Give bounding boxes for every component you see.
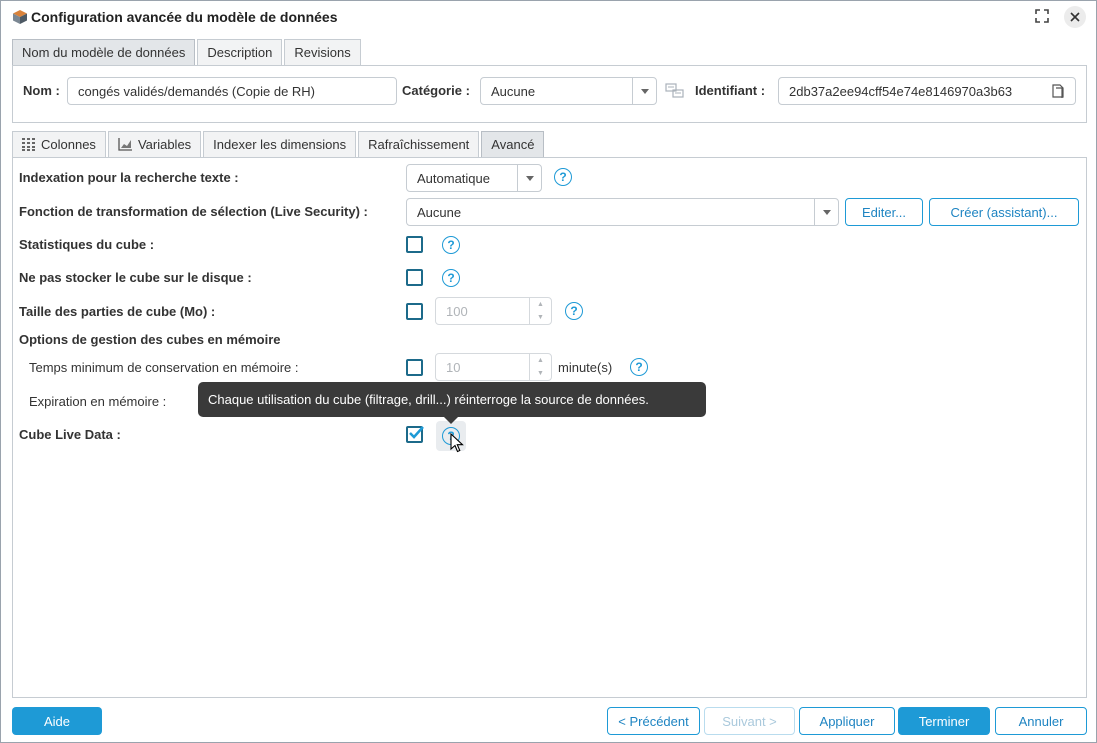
min-retention-label: Temps minimum de conservation en mémoire… [29, 360, 299, 375]
text-search-indexing-value: Automatique [417, 170, 490, 186]
tab-revisions[interactable]: Revisions [284, 39, 361, 65]
mouse-cursor-icon [450, 433, 464, 453]
tab-columns[interactable]: Colonnes [12, 131, 106, 157]
min-retention-stepper[interactable]: 10 ▲ ▼ [435, 353, 552, 381]
tab-variables[interactable]: Variables [107, 131, 202, 157]
name-panel: Nom : congés validés/demandés (Copie de … [12, 65, 1087, 123]
category-value: Aucune [491, 83, 536, 99]
tooltip-arrow [444, 417, 458, 424]
create-assistant-button[interactable]: Créer (assistant)... [929, 198, 1079, 226]
next-button[interactable]: Suivant > [704, 707, 795, 735]
stepper-buttons[interactable]: ▲ ▼ [529, 354, 551, 380]
edit-button[interactable]: Editer... [845, 198, 923, 226]
live-data-label: Cube Live Data : [19, 427, 121, 442]
help-icon[interactable]: ? [630, 358, 648, 376]
help-icon[interactable]: ? [565, 302, 583, 320]
close-button[interactable] [1064, 6, 1086, 28]
help-icon[interactable]: ? [554, 168, 572, 186]
category-manager-icon[interactable] [665, 82, 685, 100]
min-retention-unit: minute(s) [558, 360, 613, 375]
category-label: Catégorie : [402, 83, 470, 98]
selection-transform-value: Aucune [417, 204, 462, 220]
tab-description[interactable]: Description [197, 39, 283, 65]
top-tab-bar: Nom du modèle de données Description Rev… [12, 39, 363, 65]
cube-part-size-value: 100 [446, 303, 468, 319]
previous-button[interactable]: < Précédent [607, 707, 700, 735]
min-retention-value: 10 [446, 359, 461, 375]
checkmark-icon [409, 426, 424, 439]
live-data-checkbox[interactable] [406, 426, 424, 443]
tab-columns-label: Colonnes [41, 137, 96, 152]
text-search-indexing-label: Indexation pour la recherche texte : [19, 170, 239, 185]
cube-stats-label: Statistiques du cube : [19, 237, 155, 252]
help-icon[interactable]: ? [442, 236, 460, 254]
memory-expiration-label: Expiration en mémoire : [29, 394, 167, 409]
no-disk-storage-checkbox[interactable] [406, 269, 423, 286]
chevron-down-icon [632, 78, 656, 104]
help-button[interactable]: Aide [12, 707, 102, 735]
no-disk-storage-label: Ne pas stocker le cube sur le disque : [19, 270, 252, 285]
tab-variables-label: Variables [137, 137, 192, 152]
help-icon[interactable]: ? [442, 269, 460, 287]
category-select[interactable]: Aucune [480, 77, 657, 105]
selection-transform-label: Fonction de transformation de sélection … [19, 204, 368, 219]
name-label: Nom : [23, 83, 60, 98]
identifier-value: 2db37a2ee94cff54e74e8146970a3b63 [789, 83, 1013, 99]
maximize-icon[interactable] [1035, 9, 1049, 23]
copy-icon[interactable] [1052, 84, 1066, 99]
columns-icon [22, 138, 35, 151]
chart-icon [118, 138, 132, 151]
advanced-panel: Indexation pour la recherche texte : Aut… [12, 157, 1087, 698]
identifier-label: Identifiant : [695, 83, 766, 98]
tab-advanced[interactable]: Avancé [481, 131, 545, 157]
tab-index-dimensions[interactable]: Indexer les dimensions [203, 131, 357, 157]
text-search-indexing-select[interactable]: Automatique [406, 164, 542, 192]
selection-transform-select[interactable]: Aucune [406, 198, 839, 226]
tab-refresh[interactable]: Rafraîchissement [358, 131, 480, 157]
chevron-down-icon [517, 165, 541, 191]
tab-model-name[interactable]: Nom du modèle de données [12, 39, 196, 65]
caret-up-icon[interactable]: ▲ [530, 354, 551, 367]
name-input[interactable]: congés validés/demandés (Copie de RH) [67, 77, 397, 105]
cube-part-size-label: Taille des parties de cube (Mo) : [19, 304, 216, 319]
cancel-button[interactable]: Annuler [995, 707, 1087, 735]
close-icon [1070, 12, 1080, 22]
caret-down-icon[interactable]: ▼ [530, 367, 551, 380]
apply-button[interactable]: Appliquer [799, 707, 895, 735]
min-retention-checkbox[interactable] [406, 359, 423, 376]
sub-tab-bar: Colonnes Variables Indexer les dimension… [12, 131, 546, 157]
caret-up-icon[interactable]: ▲ [530, 298, 551, 311]
cube-stats-checkbox[interactable] [406, 236, 423, 253]
title-bar: Configuration avancée du modèle de donné… [1, 1, 1096, 33]
memory-options-header: Options de gestion des cubes en mémoire [19, 332, 281, 347]
dialog-title: Configuration avancée du modèle de donné… [31, 9, 338, 25]
chevron-down-icon [814, 199, 838, 225]
cube-part-size-checkbox[interactable] [406, 303, 423, 320]
stepper-buttons[interactable]: ▲ ▼ [529, 298, 551, 324]
finish-button[interactable]: Terminer [898, 707, 990, 735]
cube-icon [13, 10, 27, 24]
identifier-input[interactable]: 2db37a2ee94cff54e74e8146970a3b63 [778, 77, 1076, 105]
cube-part-size-stepper[interactable]: 100 ▲ ▼ [435, 297, 552, 325]
dialog-window: Configuration avancée du modèle de donné… [0, 0, 1097, 743]
caret-down-icon[interactable]: ▼ [530, 311, 551, 324]
tooltip: Chaque utilisation du cube (filtrage, dr… [198, 382, 706, 417]
